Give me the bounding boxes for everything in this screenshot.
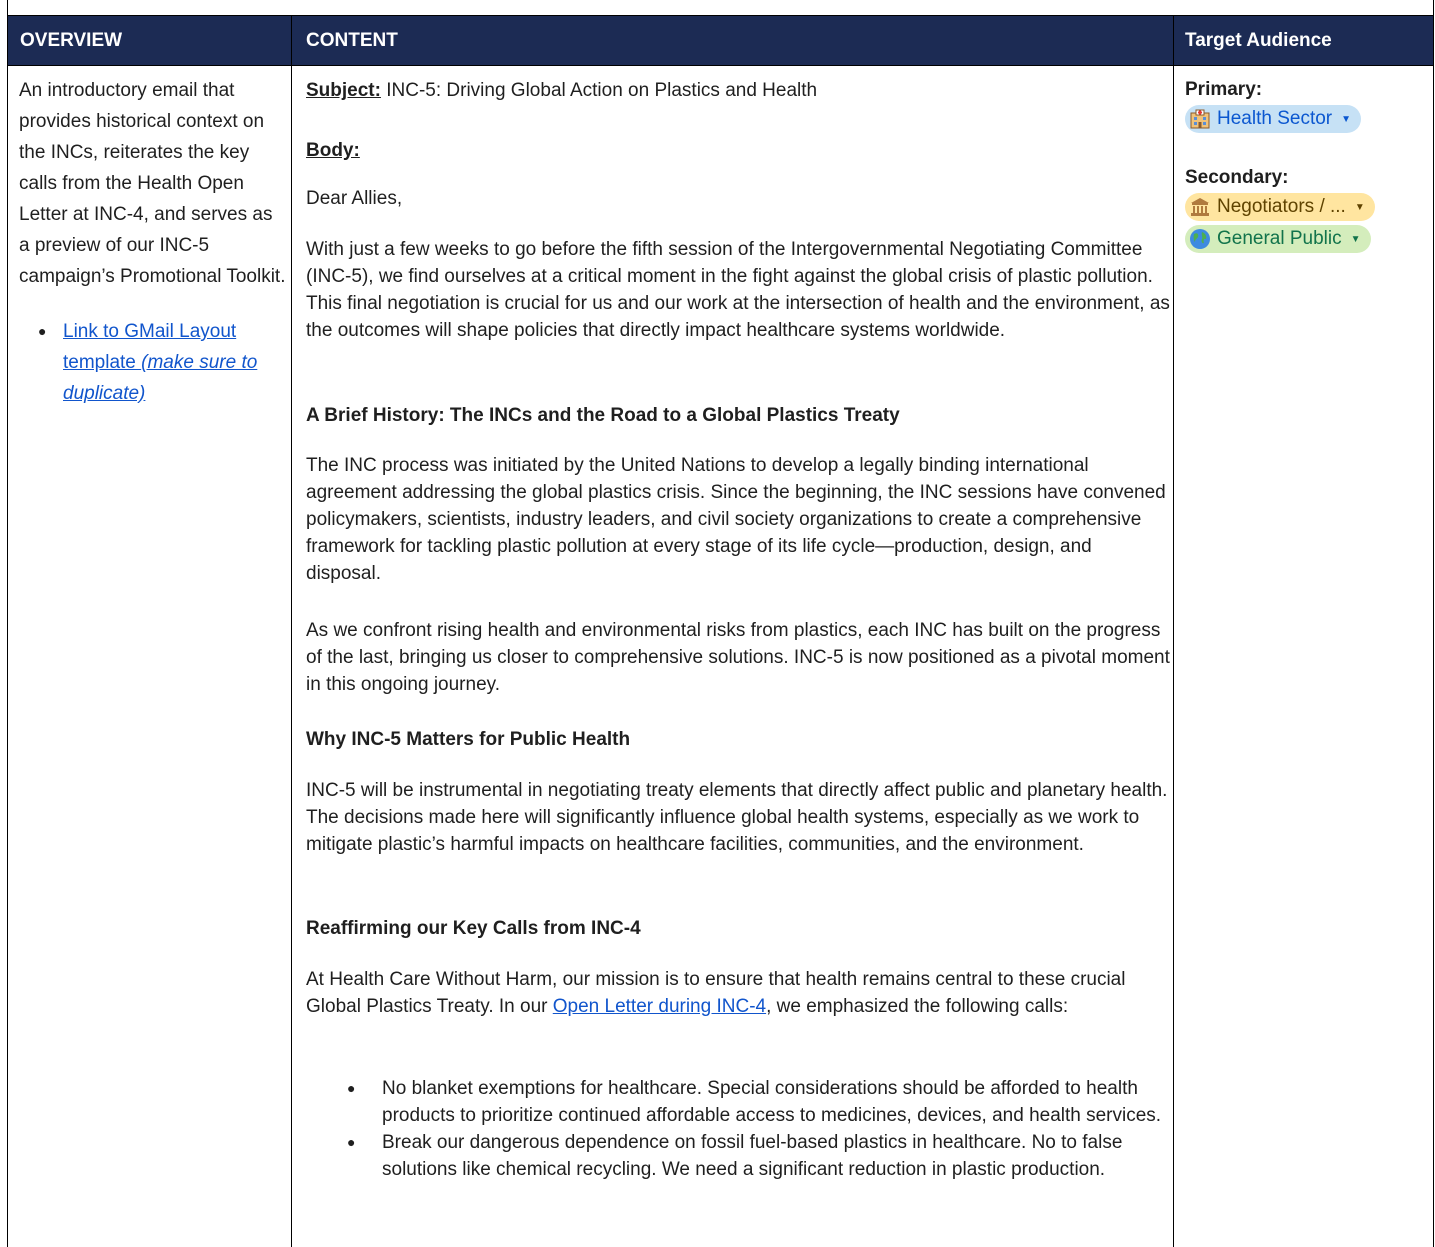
paragraph-text: , we emphasized the following calls: — [766, 996, 1069, 1017]
subject-text: INC-5: Driving Global Action on Plastics… — [380, 80, 818, 101]
header-overview: OVERVIEW — [20, 30, 123, 51]
health-sector-chip[interactable]: Health Sector ▼ — [1185, 105, 1362, 133]
general-public-chip[interactable]: General Public ▼ — [1185, 225, 1371, 253]
key-calls-list: No blanket exemptions for healthcare. Sp… — [306, 1075, 1176, 1183]
chip-label: Health Sector — [1217, 108, 1333, 129]
paragraph: The INC process was initiated by the Uni… — [306, 455, 1166, 584]
gmail-template-link[interactable]: Link to GMail Layout template (make sure… — [63, 321, 257, 404]
primary-label: Primary: — [1185, 79, 1263, 100]
list-item: No blanket exemptions for healthcare. Sp… — [306, 1075, 1176, 1129]
header-target-audience: Target Audience — [1185, 30, 1332, 51]
globe-icon — [1189, 228, 1211, 250]
chip-label: Negotiators / ... — [1217, 196, 1346, 217]
column-divider — [1173, 15, 1174, 1247]
hospital-icon — [1189, 108, 1211, 130]
table-header-row: OVERVIEW CONTENT Target Audience — [8, 15, 1433, 66]
paragraph: INC-5 will be instrumental in negotiatin… — [306, 780, 1168, 855]
dropdown-arrow-icon: ▼ — [1341, 113, 1352, 125]
body-label: Body: — [306, 140, 360, 161]
chip-label: General Public — [1217, 228, 1342, 249]
negotiators-chip[interactable]: Negotiators / ... ▼ — [1185, 193, 1375, 221]
secondary-label: Secondary: — [1185, 167, 1289, 188]
open-letter-link[interactable]: Open Letter during INC-4 — [553, 996, 766, 1017]
overview-description: An introductory email that provides hist… — [19, 80, 286, 287]
dropdown-arrow-icon: ▼ — [1354, 201, 1365, 213]
greeting: Dear Allies, — [306, 188, 403, 209]
list-item: Break our dangerous dependence on fossil… — [306, 1129, 1176, 1183]
header-content: CONTENT — [306, 30, 398, 51]
classical-building-icon — [1189, 196, 1211, 218]
section-heading: A Brief History: The INCs and the Road t… — [306, 405, 900, 426]
subject-label: Subject: — [306, 80, 381, 101]
overview-cell[interactable]: An introductory email that provides hist… — [19, 65, 287, 409]
overview-links-list: Link to GMail Layout template (make sure… — [19, 316, 287, 409]
subject-line: Subject: INC-5: Driving Global Action on… — [306, 77, 1176, 104]
paragraph: As we confront rising health and environ… — [306, 620, 1170, 695]
dropdown-arrow-icon: ▼ — [1350, 233, 1361, 245]
paragraph: With just a few weeks to go before the f… — [306, 239, 1170, 341]
column-divider — [291, 15, 292, 1247]
target-audience-cell[interactable]: Primary: Health Sector ▼ Secondary: Nego… — [1185, 65, 1425, 255]
paragraph: At Health Care Without Harm, our mission… — [306, 966, 1171, 1020]
list-item: Link to GMail Layout template (make sure… — [19, 316, 287, 409]
section-heading: Why INC-5 Matters for Public Health — [306, 729, 631, 750]
content-table: OVERVIEW CONTENT Target Audience An intr… — [7, 0, 1434, 1247]
section-heading: Reaffirming our Key Calls from INC-4 — [306, 918, 641, 939]
